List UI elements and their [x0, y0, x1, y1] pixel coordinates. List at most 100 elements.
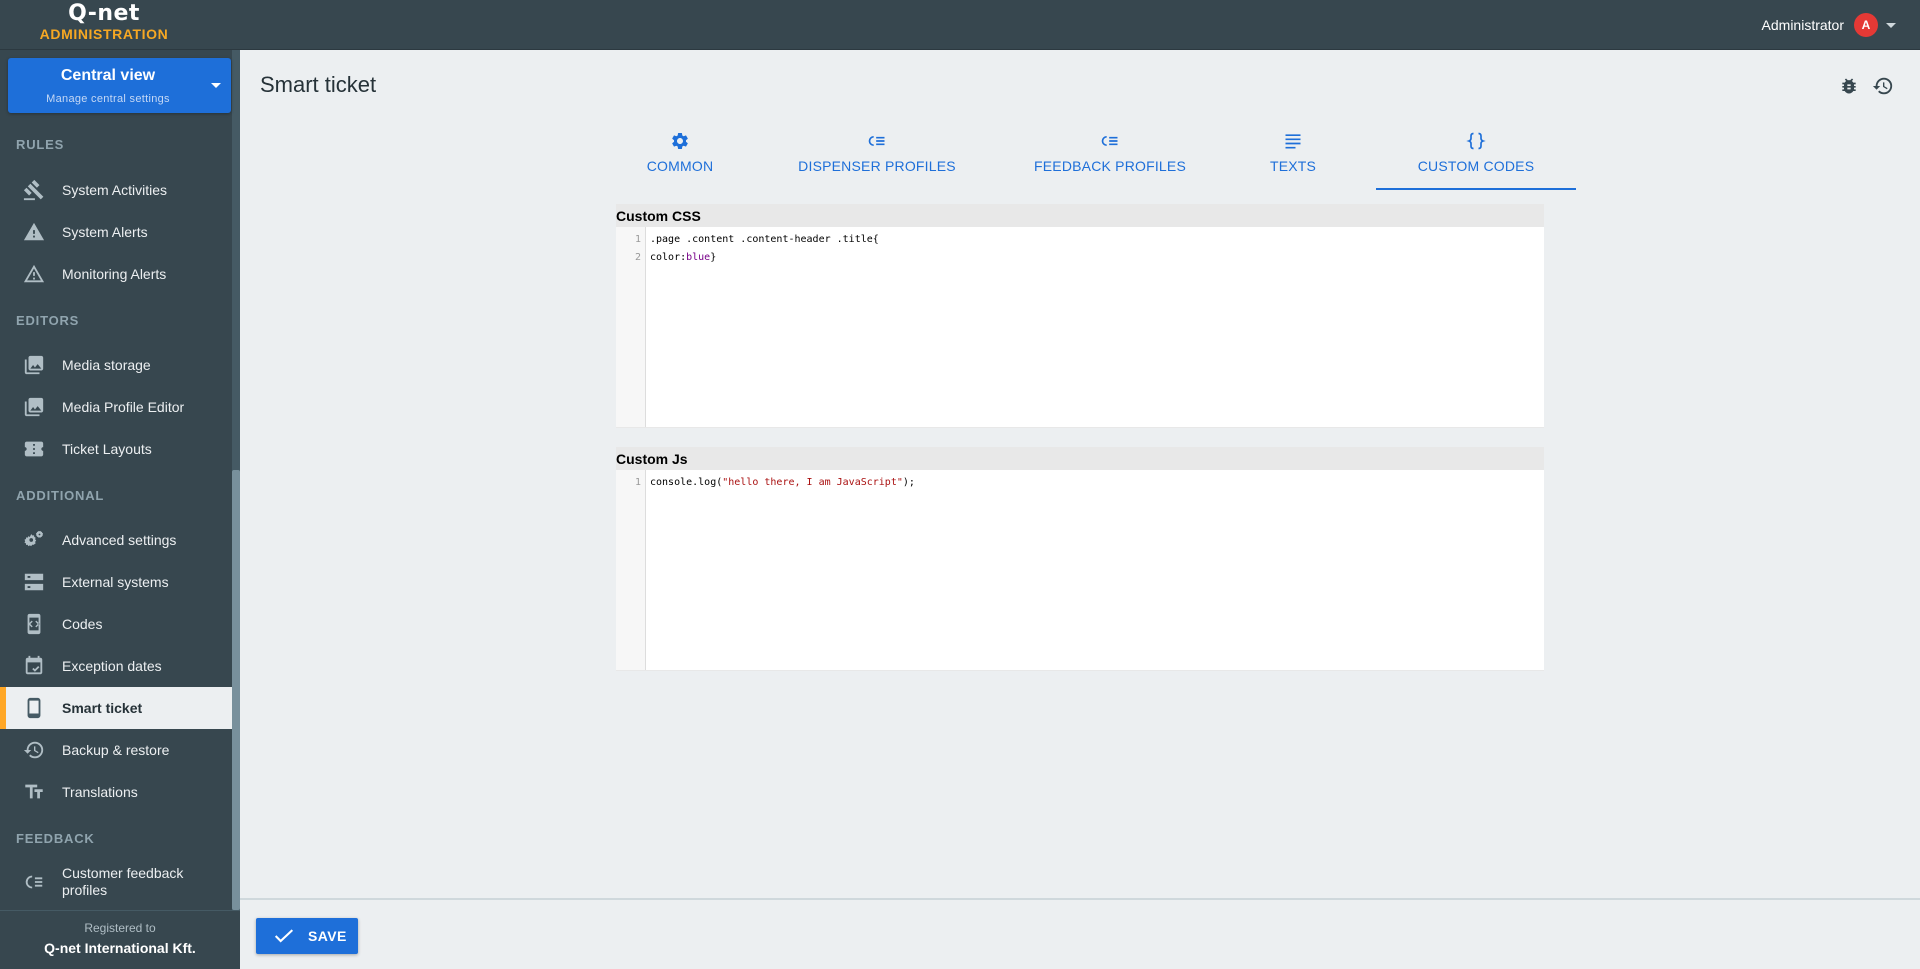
code-line[interactable]: color:blue}	[650, 252, 716, 263]
tab-dispenser-profiles[interactable]: DISPENSER PROFILES	[744, 126, 1010, 190]
warning-outline-icon	[22, 262, 46, 286]
code-text: );	[902, 477, 915, 488]
section-label-editors: EDITORS	[16, 313, 80, 328]
smartphone-icon	[22, 696, 46, 720]
custom-css-label: Custom CSS	[616, 208, 701, 224]
line-number: 1	[634, 477, 641, 488]
photo-library-icon	[22, 353, 46, 377]
sidebar-item-external-systems[interactable]: External systems	[0, 561, 232, 603]
line-number-gutter: 1	[616, 470, 646, 670]
chevron-down-icon	[211, 83, 221, 88]
tab-custom-codes[interactable]: CUSTOM CODES	[1376, 126, 1576, 190]
tab-label: CUSTOM CODES	[1417, 158, 1535, 174]
code-line[interactable]: .page .content .content-header .title{	[650, 234, 879, 245]
sidebar-item-customer-feedback-profiles[interactable]: Customer feedback profiles	[0, 860, 232, 904]
code-text: console.log(	[650, 477, 723, 488]
servers-icon	[22, 570, 46, 594]
ticket-icon	[22, 437, 46, 461]
registered-org: Q-net International Kft.	[44, 940, 196, 956]
sidebar-item-label: Backup & restore	[62, 742, 170, 758]
code-line[interactable]: console.log("hello there, I am JavaScrip…	[650, 477, 915, 488]
registration-info: Registered to Q-net International Kft.	[0, 910, 240, 969]
sidebar-item-label: Smart ticket	[62, 700, 143, 716]
sidebar-item-system-alerts[interactable]: System Alerts	[0, 211, 232, 253]
list-icon	[1100, 130, 1120, 152]
sidebar-item-label: Advanced settings	[62, 532, 177, 548]
page-title: Smart ticket	[260, 72, 377, 97]
tab-label: COMMON	[646, 158, 714, 174]
restore-icon	[22, 738, 46, 762]
code-icon	[22, 612, 46, 636]
sidebar-item-label: Exception dates	[62, 658, 162, 674]
sidebar-item-label: Monitoring Alerts	[62, 266, 167, 282]
sidebar-item-codes[interactable]: Codes	[0, 603, 232, 645]
app-logo[interactable]: Q-net ADMINISTRATION	[0, 0, 208, 50]
logo-subtitle: ADMINISTRATION	[39, 26, 169, 42]
gear-icon	[670, 130, 690, 152]
sidebar-item-label: Translations	[62, 784, 138, 800]
calendar-icon	[22, 654, 46, 678]
code-string: "hello there, I am JavaScript"	[722, 477, 903, 488]
save-button[interactable]: SAVE	[256, 918, 358, 954]
sidebar-item-media-profile-editor[interactable]: Media Profile Editor	[0, 386, 232, 428]
avatar[interactable]: A	[1854, 13, 1878, 37]
top-bar: Q-net ADMINISTRATION Administrator A	[0, 0, 1920, 50]
header-actions	[1828, 75, 1896, 97]
line-number: 1	[634, 234, 641, 245]
sidebar-item-label: System Alerts	[62, 224, 148, 240]
section-label-feedback: FEEDBACK	[16, 831, 95, 846]
feedback-list-icon	[22, 870, 46, 894]
sidebar-item-label: Media Profile Editor	[62, 399, 185, 415]
code-text: .page .content .content-header .title{	[650, 234, 879, 245]
sidebar-item-label: Customer feedback profiles	[62, 865, 184, 898]
sidebar-item-smart-ticket[interactable]: Smart ticket	[0, 687, 232, 729]
sidebar: Central view Manage central settings RUL…	[0, 50, 240, 969]
tab-label: TEXTS	[1269, 158, 1317, 174]
sidebar-item-label: External systems	[62, 574, 169, 590]
logo-word: Q-net	[68, 1, 140, 26]
save-button-label: SAVE	[308, 928, 347, 944]
tab-common[interactable]: COMMON	[616, 126, 744, 190]
braces-icon	[1466, 130, 1486, 152]
sidebar-item-exception-dates[interactable]: Exception dates	[0, 645, 232, 687]
custom-js-editor[interactable]: 1 console.log("hello there, I am JavaScr…	[616, 470, 1544, 670]
view-selector-title: Central view	[60, 67, 156, 84]
sidebar-item-advanced-settings[interactable]: Advanced settings	[0, 519, 232, 561]
code-keyword: blue	[686, 252, 711, 263]
history-icon[interactable]	[1870, 75, 1896, 97]
check-icon	[274, 928, 294, 944]
sidebar-item-label: Ticket Layouts	[62, 441, 152, 457]
chevron-down-icon[interactable]	[1886, 22, 1896, 28]
text-size-icon	[22, 780, 46, 804]
sidebar-scrollbar-thumb[interactable]	[232, 470, 240, 910]
code-text: color:	[650, 252, 687, 263]
tab-texts[interactable]: TEXTS	[1210, 126, 1376, 190]
tab-feedback-profiles[interactable]: FEEDBACK PROFILES	[1010, 126, 1210, 190]
sidebar-item-translations[interactable]: Translations	[0, 771, 232, 813]
sidebar-item-label: Codes	[62, 616, 103, 632]
tab-label: FEEDBACK PROFILES	[1034, 158, 1186, 174]
list-icon	[867, 130, 887, 152]
sidebar-item-label: System Activities	[62, 182, 168, 198]
tab-label: DISPENSER PROFILES	[798, 158, 956, 174]
footer-bar: SAVE	[240, 898, 1920, 969]
user-menu[interactable]: Administrator A	[1762, 12, 1896, 38]
gears-icon	[22, 528, 46, 552]
sidebar-item-ticket-layouts[interactable]: Ticket Layouts	[0, 428, 232, 470]
user-name: Administrator	[1761, 17, 1844, 33]
view-selector-subtitle: Manage central settings	[46, 93, 170, 105]
section-label-additional: ADDITIONAL	[16, 488, 105, 503]
sidebar-item-system-activities[interactable]: System Activities	[0, 169, 232, 211]
lines-icon	[1283, 130, 1303, 152]
bug-icon[interactable]	[1836, 75, 1862, 97]
sidebar-item-backup-restore[interactable]: Backup & restore	[0, 729, 232, 771]
sidebar-item-media-storage[interactable]: Media storage	[0, 344, 232, 386]
sidebar-item-label: Media storage	[62, 357, 151, 373]
view-selector[interactable]: Central view Manage central settings	[8, 58, 231, 113]
line-number: 2	[634, 252, 641, 263]
sidebar-item-monitoring-alerts[interactable]: Monitoring Alerts	[0, 253, 232, 295]
custom-css-editor[interactable]: 1 2 .page .content .content-header .titl…	[616, 227, 1544, 427]
photo-library-icon	[22, 395, 46, 419]
gavel-icon	[22, 178, 46, 202]
section-label-rules: RULES	[16, 137, 65, 152]
